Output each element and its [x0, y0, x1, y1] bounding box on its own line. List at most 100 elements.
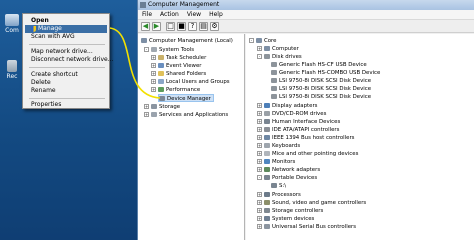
- tree-item-system-tools[interactable]: - System Tools: [144, 46, 194, 54]
- expand-icon[interactable]: +: [144, 112, 149, 117]
- device-category[interactable]: + Computer: [257, 45, 299, 53]
- clock-icon: [158, 55, 164, 60]
- properties-icon[interactable]: ▤: [199, 22, 208, 31]
- menu-item-disconnect-drive[interactable]: Disconnect network drive...: [25, 56, 113, 64]
- tree-label: Portable Devices: [272, 175, 318, 181]
- desktop-icon-recycle-bin[interactable]: Rec: [2, 60, 22, 80]
- help-icon[interactable]: ?: [188, 22, 197, 31]
- menu-item-label: Delete: [31, 79, 51, 86]
- device-category[interactable]: + DVD/CD-ROM drives: [257, 110, 326, 118]
- expand-icon[interactable]: +: [257, 224, 262, 229]
- title-bar[interactable]: Computer Management: [138, 0, 474, 10]
- menu-item-create-shortcut[interactable]: Create shortcut: [25, 71, 107, 79]
- expand-icon[interactable]: +: [257, 143, 262, 148]
- expand-icon[interactable]: +: [151, 79, 156, 84]
- tree-item-services-applications[interactable]: + Services and Applications: [144, 111, 228, 119]
- desktop-icon-computer[interactable]: Com: [2, 14, 22, 34]
- expand-icon[interactable]: +: [257, 151, 262, 156]
- expand-icon[interactable]: +: [257, 208, 262, 213]
- device-item[interactable]: Generic Flash HS-CF USB Device: [271, 61, 367, 69]
- device-item[interactable]: LSI 9750-8i DISK SCSI Disk Device: [271, 93, 371, 101]
- expand-icon[interactable]: +: [257, 46, 262, 51]
- collapse-icon[interactable]: -: [257, 175, 262, 180]
- device-category[interactable]: + IDE ATA/ATAPI controllers: [257, 126, 339, 134]
- tree-item-shared-folders[interactable]: + Shared Folders: [151, 70, 206, 78]
- menu-item-label: Scan with AVG: [31, 33, 75, 40]
- menu-item-open[interactable]: Open: [25, 17, 107, 25]
- console-tree-icon[interactable]: □: [166, 22, 175, 31]
- device-item[interactable]: S:\: [271, 182, 286, 190]
- storage-controller-icon: [264, 208, 270, 213]
- expand-icon[interactable]: +: [257, 192, 262, 197]
- tree-label: Mice and other pointing devices: [272, 151, 359, 157]
- expand-icon[interactable]: +: [257, 127, 262, 132]
- device-category[interactable]: - Portable Devices: [257, 174, 317, 182]
- console-tree-pane[interactable]: Computer Management (Local) - System Tool…: [138, 34, 245, 240]
- tree-label: Core: [264, 38, 277, 44]
- menu-item-scan-avg[interactable]: Scan with AVG: [25, 33, 107, 41]
- device-category[interactable]: + Sound, video and game controllers: [257, 199, 366, 207]
- tree-item-storage[interactable]: + Storage: [144, 103, 180, 111]
- tree-label: Human Interface Devices: [272, 119, 341, 125]
- expand-icon[interactable]: +: [257, 159, 262, 164]
- menu-item-properties[interactable]: Properties: [25, 101, 107, 109]
- menu-item-manage[interactable]: Manage: [25, 25, 107, 33]
- tree-label: Generic Flash HS-COMBO USB Device: [279, 70, 381, 76]
- expand-icon[interactable]: +: [257, 216, 262, 221]
- device-category[interactable]: + Keyboards: [257, 142, 300, 150]
- expand-icon[interactable]: +: [151, 87, 156, 92]
- device-item[interactable]: Generic Flash HS-COMBO USB Device: [271, 69, 380, 77]
- device-root[interactable]: - Core: [249, 37, 276, 45]
- menu-item-label: Manage: [38, 25, 62, 32]
- device-item[interactable]: LSI 9750-8i DISK SCSI Disk Device: [271, 85, 371, 93]
- expand-icon[interactable]: +: [151, 71, 156, 76]
- tree-label: Processors: [272, 192, 301, 198]
- tree-label: IDE ATA/ATAPI controllers: [272, 127, 340, 133]
- tree-item-device-manager[interactable]: Device Manager: [158, 94, 214, 102]
- device-category[interactable]: + Human Interface Devices: [257, 118, 340, 126]
- disk-drive-icon: [271, 94, 277, 99]
- menu-item-map-drive[interactable]: Map network drive...: [25, 48, 107, 56]
- device-category[interactable]: + Display adapters: [257, 102, 318, 110]
- expand-icon[interactable]: +: [257, 119, 262, 124]
- device-category[interactable]: + System devices: [257, 215, 314, 223]
- menu-item-rename[interactable]: Rename: [25, 87, 107, 95]
- back-arrow-icon[interactable]: ◀: [141, 22, 150, 31]
- menu-separator: [29, 44, 105, 45]
- menu-help[interactable]: Help: [205, 10, 227, 20]
- tree-item-event-viewer[interactable]: + Event Viewer: [151, 62, 201, 70]
- collapse-icon[interactable]: -: [144, 47, 149, 52]
- device-category[interactable]: + IEEE 1394 Bus host controllers: [257, 134, 354, 142]
- expand-icon[interactable]: +: [257, 135, 262, 140]
- expand-icon[interactable]: +: [257, 167, 262, 172]
- device-category[interactable]: + Storage controllers: [257, 207, 323, 215]
- device-category[interactable]: + Mice and other pointing devices: [257, 150, 358, 158]
- forward-arrow-icon[interactable]: ▶: [152, 22, 161, 31]
- device-category[interactable]: + Network adapters: [257, 166, 320, 174]
- device-category[interactable]: - Disk drives: [257, 53, 302, 61]
- menu-item-delete[interactable]: Delete: [25, 79, 107, 87]
- menu-view[interactable]: View: [183, 10, 205, 20]
- menu-file[interactable]: File: [138, 10, 156, 20]
- folder-icon[interactable]: ■: [177, 22, 186, 31]
- expand-icon[interactable]: +: [151, 55, 156, 60]
- device-item[interactable]: LSI 9750-8i DISK SCSI Disk Device: [271, 77, 371, 85]
- device-tree-pane[interactable]: - Core + Computer - Disk drives Generic Fla…: [246, 34, 474, 240]
- expand-icon[interactable]: +: [151, 63, 156, 68]
- device-category[interactable]: + Monitors: [257, 158, 295, 166]
- tree-item-task-scheduler[interactable]: + Task Scheduler: [151, 54, 206, 62]
- collapse-icon[interactable]: -: [249, 38, 254, 43]
- expand-icon[interactable]: +: [257, 111, 262, 116]
- expand-icon[interactable]: +: [257, 200, 262, 205]
- expand-icon[interactable]: +: [144, 104, 149, 109]
- collapse-icon[interactable]: -: [257, 54, 262, 59]
- menu-action[interactable]: Action: [156, 10, 183, 20]
- tree-item-local-users[interactable]: + Local Users and Groups: [151, 78, 230, 86]
- device-category[interactable]: + Universal Serial Bus controllers: [257, 223, 356, 231]
- tree-label: LSI 9750-8i DISK SCSI Disk Device: [279, 94, 372, 100]
- expand-icon[interactable]: +: [257, 103, 262, 108]
- tree-item-performance[interactable]: + Performance: [151, 86, 200, 94]
- tree-item-computer-management[interactable]: Computer Management (Local): [141, 37, 233, 45]
- device-category[interactable]: + Processors: [257, 191, 301, 199]
- scan-hardware-icon[interactable]: ⚙: [210, 22, 219, 31]
